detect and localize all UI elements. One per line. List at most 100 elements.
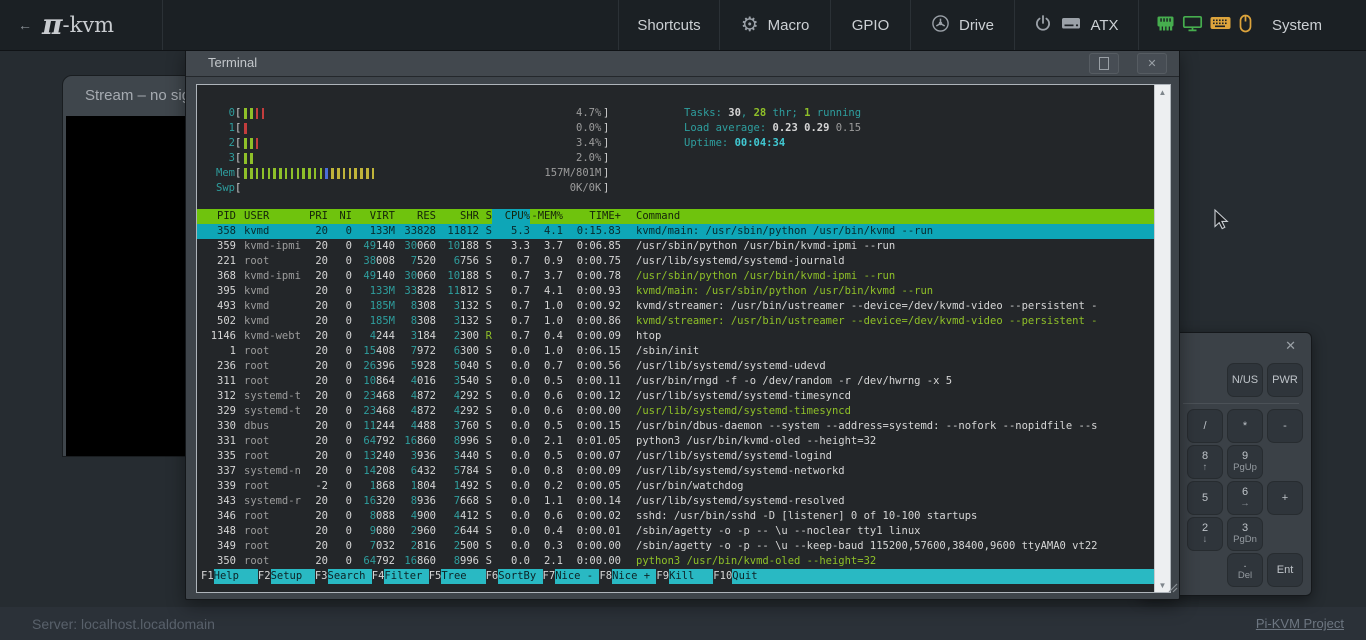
cell-pri: 20 <box>304 359 328 374</box>
process-row[interactable]: 395kvmd200133M3382811812S0.74.10:00.93kv… <box>197 284 1154 299</box>
cell-pri: 20 <box>304 524 328 539</box>
process-row[interactable]: 368kvmd-ipmi200491403006010188S0.73.70:0… <box>197 269 1154 284</box>
fkey-action-help[interactable]: Help <box>214 569 258 584</box>
column-header-mem[interactable]: -MEM% <box>530 209 563 224</box>
cell-time: 0:00.86 <box>563 314 621 329</box>
terminal-window-title: Terminal <box>208 55 257 70</box>
column-header-cmd[interactable]: Command <box>636 209 1154 224</box>
process-row[interactable]: 311root2001086440163540S0.00.50:00.11/us… <box>197 374 1154 389</box>
cell-user: systemd-t <box>244 389 304 404</box>
process-row[interactable]: 221root2003800875206756S0.70.90:00.75/us… <box>197 254 1154 269</box>
process-row[interactable]: 1root2001540879726300S0.01.00:06.15/sbin… <box>197 344 1154 359</box>
fkey-action-sortby[interactable]: SortBy <box>498 569 542 584</box>
terminal-content[interactable]: 0[4.7%]1[0.0%]2[3.4%]3[2.0%]Mem[157M/801… <box>196 84 1171 593</box>
resize-grip[interactable] <box>1168 580 1178 598</box>
column-header-shr[interactable]: SHR <box>436 209 479 224</box>
process-row[interactable]: 493kvmd200185M83083132S0.71.00:00.92kvmd… <box>197 299 1154 314</box>
close-button[interactable]: ✕ <box>1137 53 1167 74</box>
cell-shr: 5784 <box>436 464 479 479</box>
cell-cpu: 0.0 <box>492 434 530 449</box>
cell-res: 3184 <box>395 329 436 344</box>
column-header-time[interactable]: TIME+ <box>563 209 621 224</box>
process-row[interactable]: 350root20064792168608996S0.02.10:00.00py… <box>197 554 1154 569</box>
process-row[interactable]: 331root20064792168608996S0.02.10:01.05py… <box>197 434 1154 449</box>
cell-res: 2960 <box>395 524 436 539</box>
fkey-action-tree[interactable]: Tree <box>441 569 485 584</box>
process-row[interactable]: 1146kvmd-webt200424431842300R0.70.40:00.… <box>197 329 1154 344</box>
numpad-key-k5[interactable]: 5 <box>1187 481 1223 515</box>
process-row[interactable]: 335root2001324039363440S0.00.50:00.07/us… <box>197 449 1154 464</box>
process-row[interactable]: 349root200703228162500S0.00.30:00.00/sbi… <box>197 539 1154 554</box>
column-header-virt[interactable]: VIRT <box>352 209 395 224</box>
column-header-res[interactable]: RES <box>395 209 436 224</box>
cell-ni: 0 <box>328 524 352 539</box>
process-row[interactable]: 337systemd-n2001420864325784S0.00.80:00.… <box>197 464 1154 479</box>
fkey-action-setup[interactable]: Setup <box>271 569 315 584</box>
cell-res: 30060 <box>395 269 436 284</box>
process-row[interactable]: 348root200908029602644S0.00.40:00.01/sbi… <box>197 524 1154 539</box>
numpad-key-ent[interactable]: Ent <box>1267 553 1303 587</box>
terminal-scrollbar[interactable]: ▲ ▼ <box>1154 85 1170 592</box>
column-header-pri[interactable]: PRI <box>304 209 328 224</box>
maximize-button[interactable] <box>1089 53 1119 74</box>
fkey-action-search[interactable]: Search <box>328 569 372 584</box>
cell-user: kvmd <box>244 314 304 329</box>
fkey-f1: F1 <box>201 569 214 584</box>
nav-item-gpio[interactable]: GPIO <box>830 0 910 50</box>
htop-function-bar: F1Help F2Setup F3Search F4Filter F5Tree … <box>197 569 1154 584</box>
process-row[interactable]: 343systemd-r2001632089367668S0.01.10:00.… <box>197 494 1154 509</box>
numpad-key-nus[interactable]: N/US <box>1227 363 1263 397</box>
numpad-key-k6[interactable]: 6→ <box>1227 481 1263 515</box>
process-row[interactable]: 236root2002639659285040S0.00.70:00.56/us… <box>197 359 1154 374</box>
process-row[interactable]: 339root-20186818041492S0.00.20:00.05/usr… <box>197 479 1154 494</box>
fkey-action-filter[interactable]: Filter <box>384 569 428 584</box>
process-row[interactable]: 346root200808849004412S0.00.60:00.02sshd… <box>197 509 1154 524</box>
cell-pri: 20 <box>304 239 328 254</box>
logo[interactable]: ← π -kvm <box>0 0 163 50</box>
cell-mem: 0.6 <box>530 389 563 404</box>
back-arrow-icon[interactable]: ← <box>18 17 32 33</box>
numpad-key-plus[interactable]: + <box>1267 481 1303 515</box>
nav-item-atx[interactable]: ATX <box>1014 0 1138 50</box>
column-header-user[interactable]: USER <box>244 209 304 224</box>
numpad-key-pwr[interactable]: PWR <box>1267 363 1303 397</box>
nav-item-system[interactable]: System <box>1138 0 1366 50</box>
terminal-window-header[interactable]: Terminal ✕ <box>186 49 1179 77</box>
cell-res: 4872 <box>395 389 436 404</box>
process-row[interactable]: 502kvmd200185M83083132S0.71.00:00.86kvmd… <box>197 314 1154 329</box>
numpad-key-minus[interactable]: - <box>1267 409 1303 443</box>
process-row[interactable]: 329systemd-t2002346848724292S0.00.60:00.… <box>197 404 1154 419</box>
numpad-key-slash[interactable]: / <box>1187 409 1223 443</box>
cell-user: kvmd-ipmi <box>244 239 304 254</box>
column-header-pid[interactable]: PID <box>197 209 236 224</box>
cell-pid: 395 <box>197 284 236 299</box>
fkey-f6: F6 <box>486 569 499 584</box>
table-header-row: PID USERPRINIVIRTRESSHRSCPU%-MEM%TIME+ Com… <box>197 209 1154 224</box>
process-row[interactable]: 312systemd-t2002346848724292S0.00.60:00.… <box>197 389 1154 404</box>
fkey-action-quit[interactable]: Quit <box>732 569 776 584</box>
numpad-key-k3[interactable]: 3PgDn <box>1227 517 1263 551</box>
fkey-action-nice-[interactable]: Nice - <box>555 569 599 584</box>
numpad-close-icon[interactable]: ✕ <box>1285 338 1296 354</box>
numpad-key-star[interactable]: * <box>1227 409 1263 443</box>
cell-shr: 8996 <box>436 434 479 449</box>
nav-item-drive[interactable]: Drive <box>910 0 1014 50</box>
numpad-key-dot[interactable]: .Del <box>1227 553 1263 587</box>
nav-item-shortcuts[interactable]: Shortcuts <box>618 0 719 50</box>
cell-user: root <box>244 479 304 494</box>
column-header-s[interactable]: S <box>479 209 492 224</box>
process-row[interactable]: 358kvmd200133M3382811812S5.34.10:15.83kv… <box>197 224 1154 239</box>
column-header-ni[interactable]: NI <box>328 209 352 224</box>
column-header-cpu[interactable]: CPU% <box>492 209 530 224</box>
fkey-action-nice-[interactable]: Nice + <box>612 569 656 584</box>
nav-item-macro[interactable]: ⚙ Macro <box>719 0 830 50</box>
numpad-key-k8[interactable]: 8↑ <box>1187 445 1223 479</box>
cell-s: S <box>479 449 492 464</box>
process-row[interactable]: 330dbus2001124444883760S0.00.50:00.15/us… <box>197 419 1154 434</box>
numpad-key-k2[interactable]: 2↓ <box>1187 517 1223 551</box>
fkey-action-kill[interactable]: Kill <box>669 569 713 584</box>
numpad-key-k9[interactable]: 9PgUp <box>1227 445 1263 479</box>
process-row[interactable]: 359kvmd-ipmi200491403006010188S3.33.70:0… <box>197 239 1154 254</box>
scroll-up-icon[interactable]: ▲ <box>1155 85 1170 99</box>
project-link[interactable]: Pi-KVM Project <box>1256 616 1344 631</box>
